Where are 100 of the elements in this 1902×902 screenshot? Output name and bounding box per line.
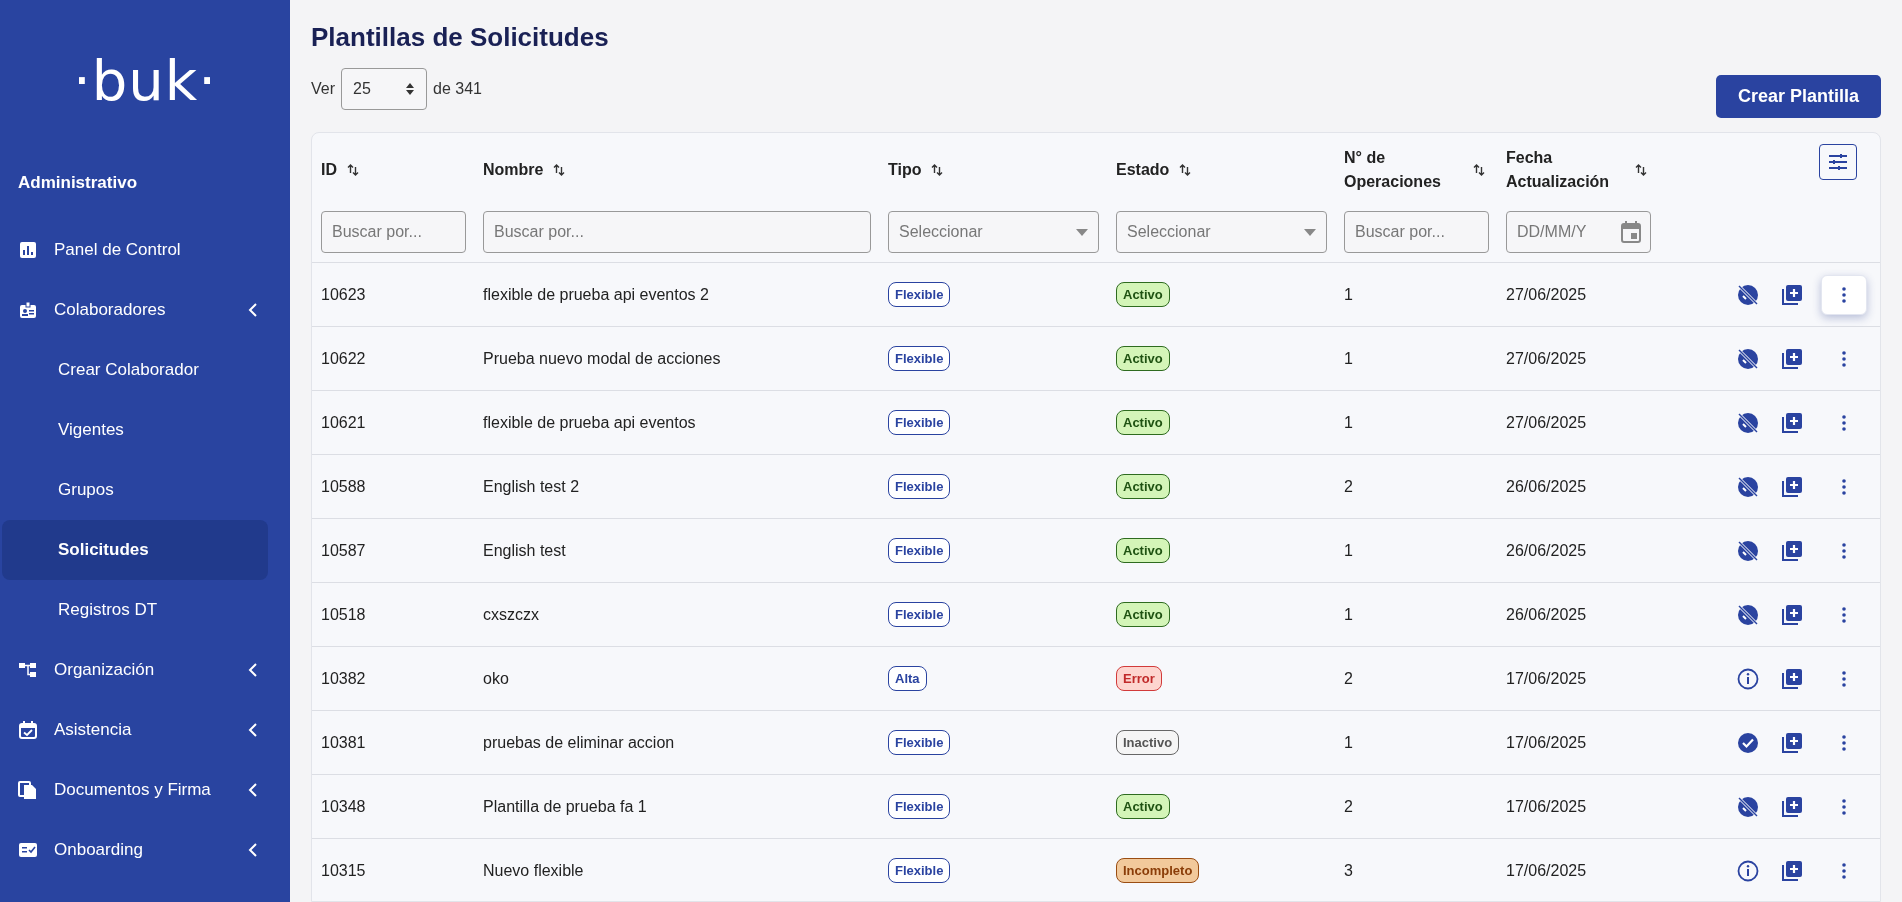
sidebar-subitem[interactable]: Solicitudes — [2, 520, 268, 580]
status-tag: Activo — [1116, 537, 1170, 564]
table-cell-text: pruebas de eliminar accion — [483, 732, 676, 753]
column-settings-button[interactable] — [1819, 144, 1857, 180]
type-tag: Alta — [888, 665, 927, 692]
info-icon — [1737, 859, 1759, 882]
show-label: Ver — [311, 79, 335, 99]
sort-icon[interactable] — [1635, 163, 1647, 177]
filter-select[interactable]: Seleccionar — [1116, 211, 1327, 253]
dropdown-arrow-icon — [1076, 228, 1088, 236]
table-cell-text: 10622 — [321, 348, 367, 369]
table-cell-text: 1 — [1344, 284, 1354, 305]
table-cell-text: 17/06/2025 — [1506, 860, 1588, 881]
status-tag: Inactivo — [1116, 729, 1180, 756]
table-cell-text: 10518 — [321, 604, 367, 625]
table-cell-text: 10587 — [321, 540, 367, 561]
table-cell-text: 10588 — [321, 476, 367, 497]
filter-field[interactable]: Buscar por... — [483, 211, 871, 253]
table-cell-text: Plantilla de prueba fa 1 — [483, 796, 648, 817]
sidebar-item[interactable]: Documentos y Firma — [2, 760, 288, 820]
kebab-menu-icon — [1842, 478, 1846, 495]
documents-icon — [18, 780, 38, 800]
type-tag: Flexible — [888, 793, 951, 820]
sidebar-item[interactable]: Onboarding — [2, 820, 288, 880]
status-tag: Error — [1116, 665, 1162, 692]
table-cell-text: 26/06/2025 — [1506, 540, 1588, 561]
kebab-menu-icon — [1842, 606, 1846, 623]
kebab-menu-icon — [1842, 542, 1846, 559]
table-cell-text: flexible de prueba api eventos — [483, 412, 697, 433]
sort-icon[interactable] — [931, 163, 944, 177]
sort-icon[interactable] — [1179, 163, 1192, 177]
copy-plus-icon — [1781, 603, 1803, 626]
sliders-icon — [1829, 154, 1847, 170]
checklist-icon — [18, 840, 38, 860]
sort-icon[interactable] — [347, 163, 359, 177]
kebab-menu-icon — [1842, 350, 1846, 367]
type-tag: Flexible — [888, 281, 951, 308]
date-field[interactable]: DD/MM/Y — [1506, 211, 1651, 253]
type-tag: Flexible — [888, 473, 951, 500]
section-heading: Administrativo — [17, 172, 139, 194]
sort-icon[interactable] — [1473, 163, 1485, 177]
filter-select[interactable]: Seleccionar — [888, 211, 1099, 253]
dropdown-arrow-icon — [1304, 228, 1316, 236]
sidebar-item[interactable]: Panel de Control — [2, 220, 288, 280]
table-cell-text: 1 — [1344, 540, 1354, 561]
slashed-circle-icon — [1737, 475, 1759, 498]
type-tag: Flexible — [888, 857, 951, 884]
copy-plus-icon — [1781, 859, 1803, 882]
slashed-circle-icon — [1737, 283, 1759, 306]
kebab-menu-icon — [1842, 862, 1846, 879]
table-cell-text: 3 — [1344, 860, 1354, 881]
hierarchy-icon — [18, 660, 38, 680]
sidebar-item[interactable]: Asistencia — [2, 700, 288, 760]
sidebar-subitem[interactable]: Crear Colaborador — [2, 340, 268, 400]
column-header: Fecha Actualización — [1506, 148, 1611, 192]
table-cell-text: 10382 — [321, 668, 367, 689]
sidebar-item[interactable]: Colaboradores — [2, 280, 288, 340]
id-badge-icon — [18, 300, 38, 320]
calendar-check-icon — [18, 720, 38, 740]
copy-plus-icon — [1781, 347, 1803, 370]
slashed-circle-icon — [1737, 411, 1759, 434]
sidebar-subitem[interactable]: Registros DT — [2, 580, 268, 640]
slashed-circle-icon — [1737, 347, 1759, 370]
copy-plus-icon — [1781, 539, 1803, 562]
create-template-button[interactable]: Crear Plantilla — [1715, 75, 1881, 118]
status-tag: Incompleto — [1116, 857, 1200, 884]
table-cell-text: 27/06/2025 — [1506, 412, 1588, 433]
table-cell-text: 10348 — [321, 796, 367, 817]
chevron-icon — [248, 303, 258, 317]
table-cell-text: 1 — [1344, 412, 1354, 433]
sidebar-subitem[interactable]: Vigentes — [2, 400, 268, 460]
copy-plus-icon — [1781, 731, 1803, 754]
copy-plus-icon — [1781, 795, 1803, 818]
sort-icon[interactable] — [553, 163, 566, 177]
table-cell-text: 2 — [1344, 668, 1354, 689]
status-tag: Activo — [1116, 473, 1170, 500]
sidebar-item[interactable]: Organización — [2, 640, 288, 700]
page-size-select[interactable]: 25 — [341, 68, 427, 110]
copy-plus-icon — [1781, 411, 1803, 434]
copy-plus-icon — [1781, 475, 1803, 498]
table-cell-text: flexible de prueba api eventos 2 — [483, 284, 710, 305]
type-tag: Flexible — [888, 729, 951, 756]
company-logo: ·buk· — [72, 51, 218, 111]
column-header: Estado — [1116, 160, 1170, 180]
filter-field[interactable]: Buscar por... — [321, 211, 466, 253]
table-cell-text: 1 — [1344, 604, 1354, 625]
type-tag: Flexible — [888, 345, 951, 372]
table-cell-text: 26/06/2025 — [1506, 476, 1588, 497]
sidebar-subitem[interactable]: Grupos — [2, 460, 268, 520]
calendar-icon[interactable] — [1621, 221, 1641, 243]
slashed-circle-icon — [1737, 539, 1759, 562]
kebab-menu-icon — [1842, 286, 1846, 303]
table-cell-text: 17/06/2025 — [1506, 732, 1588, 753]
status-tag: Activo — [1116, 409, 1170, 436]
table-cell-text: Nuevo flexible — [483, 860, 585, 881]
table-cell-text: 26/06/2025 — [1506, 604, 1588, 625]
filter-field[interactable]: Buscar por... — [1344, 211, 1489, 253]
table-cell-text: 1 — [1344, 732, 1354, 753]
column-header: Tipo — [888, 160, 922, 180]
slashed-circle-icon — [1737, 795, 1759, 818]
